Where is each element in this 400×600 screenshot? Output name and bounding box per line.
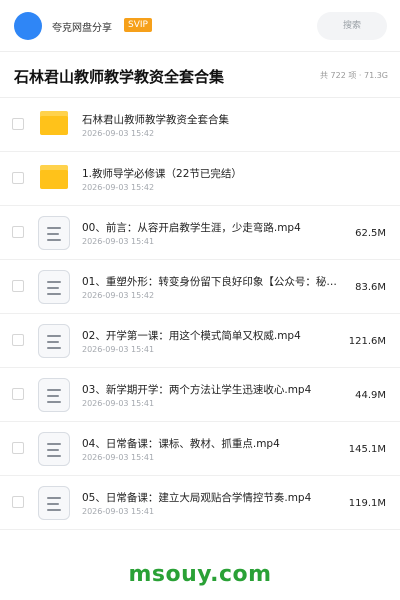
- file-date: 2026-09-03 15:41: [82, 453, 155, 462]
- file-size: 83.6M: [355, 282, 386, 293]
- file-name[interactable]: 1.教师导学必修课（22节已完结）: [82, 166, 358, 181]
- file-row[interactable]: 02、开学第一课：用这个模式简单又权威.mp4 2026-09-03 15:41 1…: [0, 314, 400, 368]
- video-file-icon: [38, 378, 72, 412]
- file-date: 2026-09-03 15:41: [82, 237, 155, 246]
- folder-icon: [38, 108, 72, 142]
- video-file-icon: [38, 324, 72, 358]
- file-name[interactable]: 04、日常备课：课标、教材、抓重点.mp4: [82, 436, 340, 451]
- item-count-summary: 共 722 项 · 71.3G: [320, 71, 388, 80]
- file-size: 62.5M: [355, 228, 386, 239]
- file-size: 119.1M: [348, 498, 386, 509]
- file-date: 2026-09-03 15:42: [82, 129, 155, 138]
- file-date: 2026-09-03 15:41: [82, 507, 155, 516]
- folder-icon: [38, 162, 72, 196]
- page-title: 石林君山教师教学教资全套合集: [14, 68, 225, 86]
- file-name[interactable]: 02、开学第一课：用这个模式简单又权威.mp4: [82, 328, 340, 343]
- file-name[interactable]: 01、重塑外形：转变身份留下良好印象【公众号：秘知…: [82, 274, 340, 289]
- file-name[interactable]: 03、新学期开学：两个方法让学生迅速收心.mp4: [82, 382, 340, 397]
- video-file-icon: [38, 432, 72, 466]
- file-row[interactable]: 1.教师导学必修课（22节已完结） 2026-09-03 15:42: [0, 152, 400, 206]
- file-size: 121.6M: [348, 336, 386, 347]
- file-row[interactable]: 石林君山教师教学教资全套合集 2026-09-03 15:42: [0, 98, 400, 152]
- file-date: 2026-09-03 15:41: [82, 399, 155, 408]
- watermark-text: msouy.com: [128, 562, 272, 587]
- row-checkbox[interactable]: [12, 280, 24, 292]
- file-row[interactable]: 03、新学期开学：两个方法让学生迅速收心.mp4 2026-09-03 15:41…: [0, 368, 400, 422]
- file-name[interactable]: 00、前言：从容开启教学生涯，少走弯路.mp4: [82, 220, 340, 235]
- file-date: 2026-09-03 15:42: [82, 183, 155, 192]
- svip-badge: SVIP: [124, 18, 152, 32]
- video-file-icon: [38, 270, 72, 304]
- file-name[interactable]: 05、日常备课：建立大局观贴合学情控节奏.mp4: [82, 490, 340, 505]
- row-checkbox[interactable]: [12, 496, 24, 508]
- video-file-icon: [38, 216, 72, 250]
- app-header: 夸克网盘分享 SVIP: [0, 0, 400, 52]
- file-row[interactable]: 01、重塑外形：转变身份留下良好印象【公众号：秘知… 2026-09-03 15:…: [0, 260, 400, 314]
- file-size: 145.1M: [348, 444, 386, 455]
- file-row[interactable]: 00、前言：从容开启教学生涯，少走弯路.mp4 2026-09-03 15:41 6…: [0, 206, 400, 260]
- file-size: 44.9M: [355, 390, 386, 401]
- avatar[interactable]: [14, 12, 42, 40]
- file-date: 2026-09-03 15:41: [82, 345, 155, 354]
- search-input[interactable]: [317, 12, 387, 40]
- row-checkbox[interactable]: [12, 118, 24, 130]
- file-row[interactable]: 04、日常备课：课标、教材、抓重点.mp4 2026-09-03 15:41 145…: [0, 422, 400, 476]
- row-checkbox[interactable]: [12, 442, 24, 454]
- file-name[interactable]: 石林君山教师教学教资全套合集: [82, 112, 358, 127]
- brand-name: 夸克网盘分享: [52, 23, 112, 34]
- video-file-icon: [38, 486, 72, 520]
- row-checkbox[interactable]: [12, 388, 24, 400]
- row-checkbox[interactable]: [12, 334, 24, 346]
- row-checkbox[interactable]: [12, 226, 24, 238]
- file-date: 2026-09-03 15:42: [82, 291, 155, 300]
- file-row[interactable]: 05、日常备课：建立大局观贴合学情控节奏.mp4 2026-09-03 15:41…: [0, 476, 400, 530]
- folder-header: 石林君山教师教学教资全套合集 共 722 项 · 71.3G: [0, 52, 400, 98]
- file-list: 石林君山教师教学教资全套合集 2026-09-03 15:42 1.教师导学必修课（…: [0, 98, 400, 530]
- row-checkbox[interactable]: [12, 172, 24, 184]
